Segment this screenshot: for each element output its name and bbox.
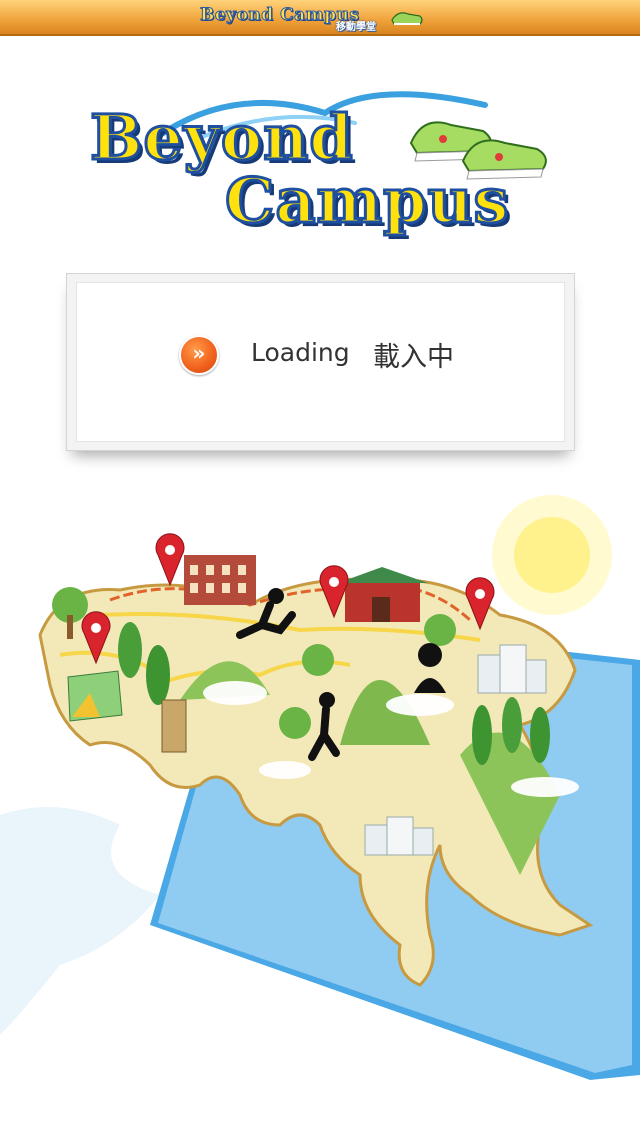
sneakers-icon bbox=[409, 121, 547, 180]
historic-building-icon bbox=[184, 555, 256, 605]
loading-panel: » Loading 載入中 bbox=[76, 282, 565, 442]
map-paper-icon bbox=[67, 670, 123, 722]
loading-label: Loading bbox=[251, 338, 350, 367]
temple-icon bbox=[338, 567, 428, 622]
top-header-bar: Beyond Campus 移動學堂 bbox=[0, 0, 640, 36]
loading-card: » Loading 載入中 bbox=[66, 273, 575, 451]
header-subtitle: 移動學堂 bbox=[336, 22, 376, 33]
loading-label-zh: 載入中 bbox=[373, 342, 454, 373]
double-chevron-right-icon: » bbox=[179, 335, 219, 375]
tower-building-icon bbox=[161, 699, 187, 753]
app-logo: Beyond Campus bbox=[85, 85, 560, 250]
logo-text-beyond: Beyond bbox=[89, 101, 355, 174]
map-illustration bbox=[0, 495, 640, 1087]
shoe-icon bbox=[391, 12, 423, 25]
